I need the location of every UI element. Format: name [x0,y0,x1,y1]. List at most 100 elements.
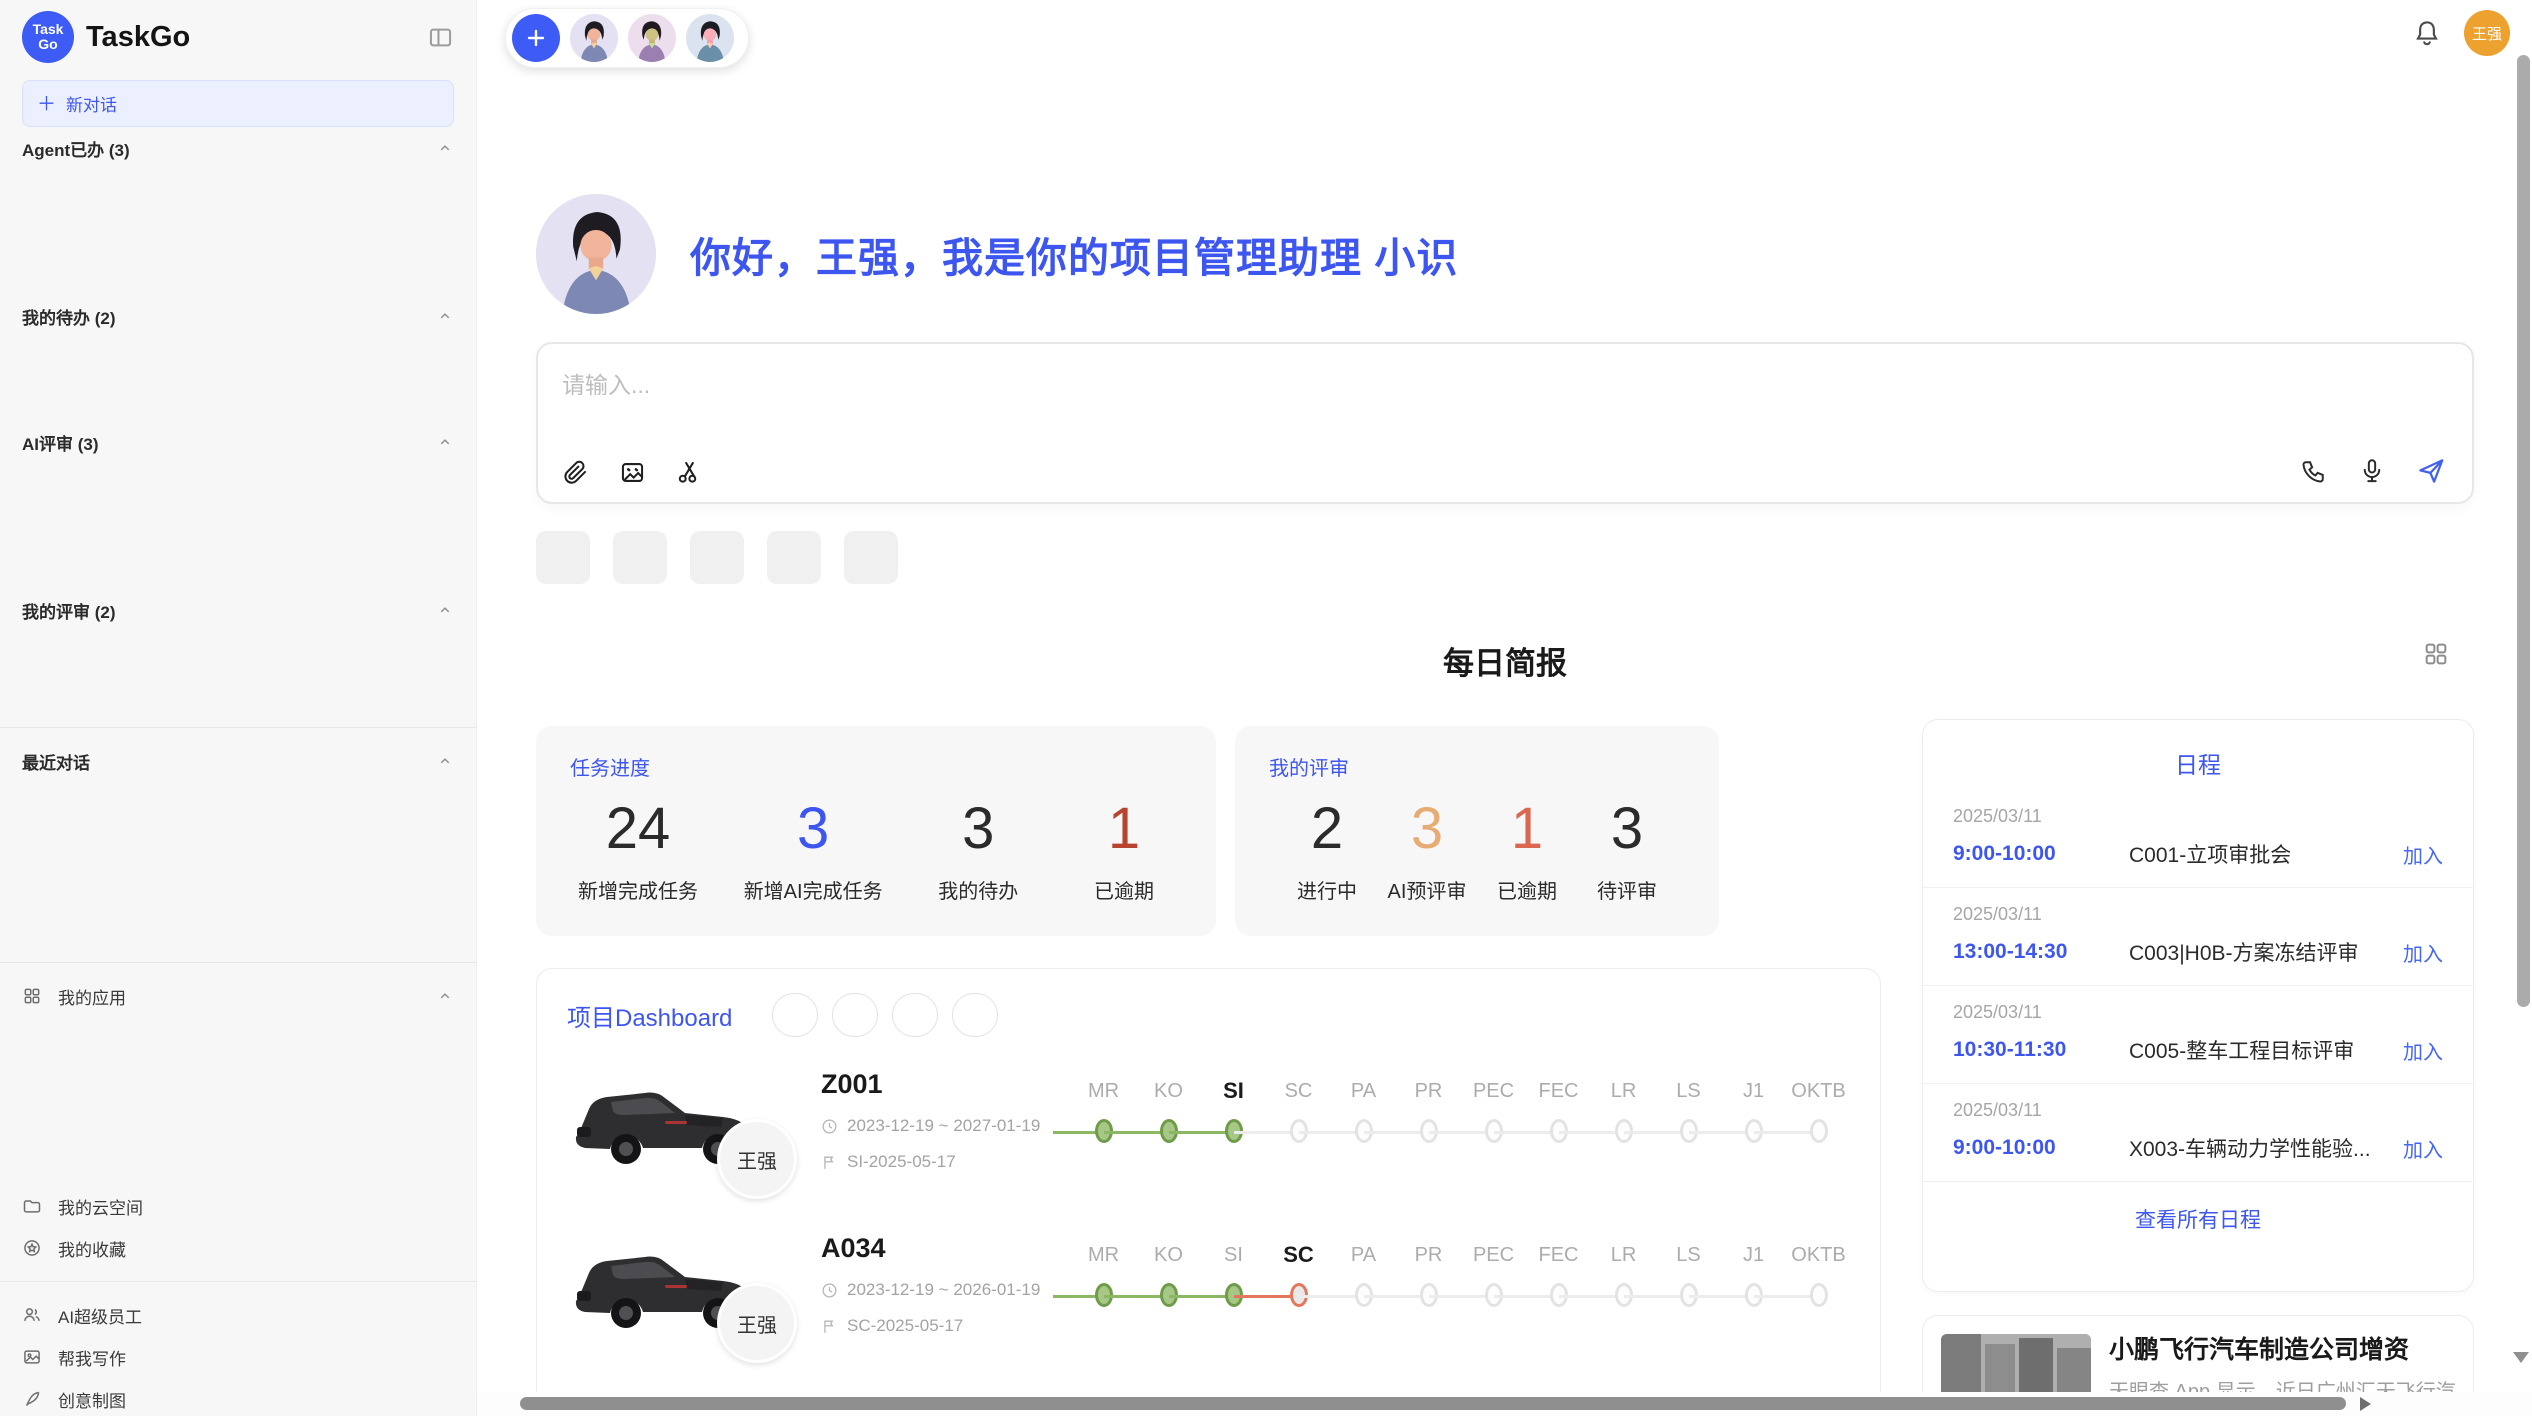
project-owner-badge: 王强 [717,1283,797,1363]
sidebar-conversation-item[interactable] [22,211,454,253]
main-area: 王强 你好，王强，我是你的项目管理助理 小识 请输入... [477,0,2532,1416]
dashboard-tab[interactable] [892,993,938,1037]
sidebar-section-header[interactable]: AI评审 (3) [22,421,454,463]
project-image: 王强 [565,1227,777,1377]
milestone-label: LR [1591,1239,1656,1275]
scissors-icon[interactable] [676,459,703,486]
chat-composer[interactable]: 请输入... [536,342,2474,504]
project-row[interactable]: 王强 Z001 2023-12-19 ~ 2027-01-19 [537,1049,1880,1213]
stat-value: 2 [1277,797,1377,861]
dashboard-tabs [772,993,998,1037]
chevron-up-icon[interactable] [436,752,454,770]
sidebar-conversation-item[interactable] [22,379,454,421]
chevron-up-icon[interactable] [436,139,454,157]
sidebar-item-creative-drawing[interactable]: 创意制图 [22,1378,454,1416]
sidebar-conversation-item[interactable] [22,253,454,295]
session-avatar[interactable] [628,14,676,62]
sidebar-item-ai-super-staff[interactable]: AI超级员工 [22,1294,454,1336]
project-code: A034 [821,1233,1071,1264]
stat-label: 待评审 [1577,875,1677,904]
session-switcher [505,8,749,68]
sidebar-conversation-item[interactable] [22,631,454,673]
collapse-sidebar-icon[interactable] [427,24,454,51]
milestone-label: J1 [1721,1075,1786,1111]
chevron-up-icon[interactable] [436,307,454,325]
milestone-label: KO [1136,1239,1201,1275]
sidebar-section-header[interactable]: 我的评审 (2) [22,589,454,631]
scroll-right-arrow[interactable] [2360,1397,2371,1411]
chevron-up-icon[interactable] [436,433,454,451]
taskgo-app: Task Go TaskGo ＋ 新对话 Agent已办 (3) [0,0,2532,1416]
milestone-label: PEC [1461,1075,1526,1111]
image-icon [22,1347,44,1367]
milestone-label: J1 [1721,1239,1786,1275]
recent-chat-item[interactable] [22,782,454,824]
scroll-down-arrow[interactable] [2513,1352,2529,1363]
image-icon[interactable] [619,459,646,486]
recent-chat-item[interactable] [22,866,454,908]
milestone-label: SI [1201,1075,1266,1111]
notification-bell-icon[interactable] [2412,18,2442,48]
dashboard-tab[interactable] [952,993,998,1037]
milestone-label: PEC [1461,1239,1526,1275]
sidebar-section-header[interactable]: 我的待办 (2) [22,295,454,337]
app-menu-item[interactable] [22,1101,454,1143]
dashboard-tab[interactable] [772,993,818,1037]
sidebar-conversation-item[interactable] [22,505,454,547]
add-session-button[interactable] [512,14,560,62]
suggestion-chip[interactable] [844,531,898,584]
stat: 1 已逾期 [1074,797,1174,904]
suggestion-chip[interactable] [690,531,744,584]
join-link[interactable]: 加入 [2403,1134,2443,1163]
composer-placeholder: 请输入... [562,366,2448,400]
project-row[interactable]: 王强 A034 2023-12-19 ~ 2026-01-19 [537,1213,1880,1377]
stat-value: 3 [1377,797,1477,861]
vertical-scrollbar-thumb[interactable] [2517,55,2530,1007]
sidebar-conversation-item[interactable] [22,337,454,379]
mic-icon[interactable] [2358,457,2386,485]
recent-chats-header[interactable]: 最近对话 [22,740,454,782]
milestone-label: LR [1591,1075,1656,1111]
view-all-schedule-link[interactable]: 查看所有日程 [1923,1204,2473,1234]
sidebar-conversation-item[interactable] [22,547,454,589]
user-avatar[interactable]: 王强 [2464,10,2510,56]
milestone-label: SI [1201,1239,1266,1275]
layout-grid-icon[interactable] [2422,640,2450,668]
project-flag-date: SC-2025-05-17 [821,1316,1071,1336]
sidebar-item-help-me-write[interactable]: 帮我写作 [22,1336,454,1378]
sidebar-section-header[interactable]: Agent已办 (3) [22,127,454,169]
phone-icon[interactable] [2300,457,2328,485]
send-icon[interactable] [2416,456,2446,486]
session-avatar[interactable] [570,14,618,62]
milestone-label: FEC [1526,1075,1591,1111]
sidebar-item-my-apps[interactable]: 我的应用 [22,975,454,1017]
milestone-label: SC [1266,1075,1331,1111]
recent-chat-item[interactable] [22,908,454,950]
sidebar-conversation-item[interactable] [22,463,454,505]
attach-icon[interactable] [562,459,589,486]
app-menu-item[interactable] [22,1017,454,1059]
milestone-label: PR [1396,1075,1461,1111]
recent-chat-item[interactable] [22,824,454,866]
suggestion-chip[interactable] [767,531,821,584]
join-link[interactable]: 加入 [2403,840,2443,869]
app-menu-item[interactable] [22,1059,454,1101]
new-chat-button[interactable]: ＋ 新对话 [22,80,454,127]
suggestion-chip[interactable] [613,531,667,584]
horizontal-scrollbar-thumb[interactable] [520,1397,2346,1410]
app-menu-item[interactable] [22,1143,454,1185]
session-avatar[interactable] [686,14,734,62]
sidebar-conversation-item[interactable] [22,169,454,211]
sidebar-conversation-item[interactable] [22,673,454,715]
plus-icon: ＋ [37,89,56,116]
sidebar-item-cloud-space[interactable]: 我的云空间 [22,1185,454,1227]
stat-label: 我的待办 [928,875,1028,904]
chevron-up-icon[interactable] [436,601,454,619]
join-link[interactable]: 加入 [2403,1036,2443,1065]
dashboard-tab[interactable] [832,993,878,1037]
chevron-up-icon[interactable] [436,987,454,1005]
sidebar-item-favorites[interactable]: 我的收藏 [22,1227,454,1269]
stat: 3 新增AI完成任务 [744,797,883,904]
suggestion-chip[interactable] [536,531,590,584]
join-link[interactable]: 加入 [2403,938,2443,967]
